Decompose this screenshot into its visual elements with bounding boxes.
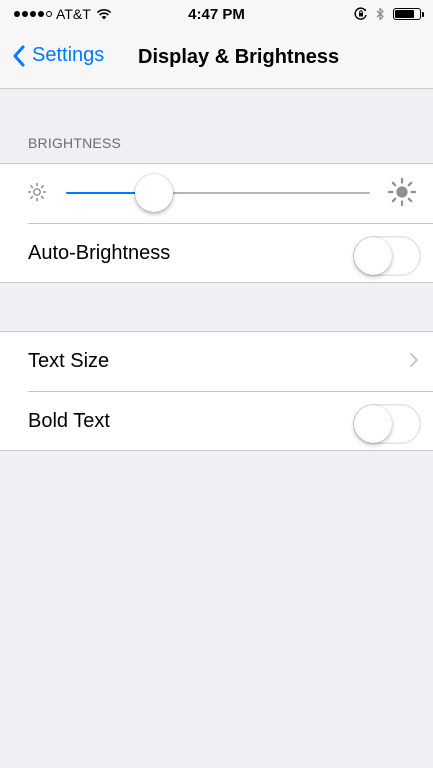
battery-fill [395,10,414,18]
sun-large-icon [387,177,417,207]
bold-text-row: Bold Text [0,392,433,450]
auto-brightness-label: Auto-Brightness [28,242,171,264]
text-settings-group: Text Size Bold Text [0,331,433,451]
brightness-slider-row [0,164,433,222]
back-button[interactable]: Settings [12,44,104,67]
bold-text-label: Bold Text [28,410,110,432]
chevron-left-icon [13,45,25,66]
text-size-row[interactable]: Text Size [0,332,433,390]
toggle-knob [354,237,392,275]
battery-icon [393,8,424,20]
section-header-brightness: BRIGHTNESS [28,135,122,151]
brightness-slider-track[interactable] [66,192,370,194]
navigation-bar: Settings Display & Brightness [0,30,433,89]
status-bar: AT&T 4:47 PM [0,0,433,30]
chevron-right-icon [410,353,418,367]
bold-text-toggle[interactable] [353,404,421,444]
auto-brightness-toggle[interactable] [353,236,421,276]
toggle-knob [354,405,392,443]
page-title: Display & Brightness [138,46,340,68]
sun-small-icon [27,182,47,202]
status-right [354,7,424,21]
display-brightness-screen: AT&T 4:47 PM Settings Display & Brightne… [0,0,433,768]
brightness-slider-thumb[interactable] [135,174,173,212]
bluetooth-icon [376,7,384,21]
back-button-label: Settings [32,44,105,66]
orientation-lock-icon [354,7,367,20]
text-size-label: Text Size [28,350,110,372]
auto-brightness-row: Auto-Brightness [0,224,433,282]
brightness-group: Auto-Brightness [0,163,433,283]
